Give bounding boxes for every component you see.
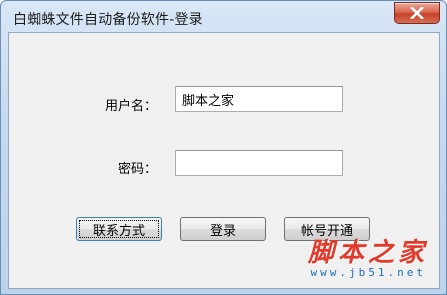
password-label: 密码： [117,162,157,177]
contact-button[interactable]: 联系方式 [76,217,162,241]
password-input[interactable] [175,150,343,176]
window-title: 白蜘蛛文件自动备份软件-登录 [13,12,203,28]
watermark-url: www.jb51.net [310,266,426,279]
close-icon [410,7,424,19]
login-button[interactable]: 登录 [180,217,266,241]
title-bar[interactable]: 白蜘蛛文件自动备份软件-登录 [1,1,446,33]
site-watermark: 脚本之家 www.jb51.net [292,232,432,288]
username-input[interactable] [175,86,343,112]
username-label: 用户名： [104,99,157,114]
watermark-logo: 脚本之家 [307,238,428,268]
close-button[interactable] [394,2,440,24]
login-window: 白蜘蛛文件自动备份软件-登录 用户名： 密码： 联系方式 登录 帐号开通 脚本之… [0,0,447,295]
